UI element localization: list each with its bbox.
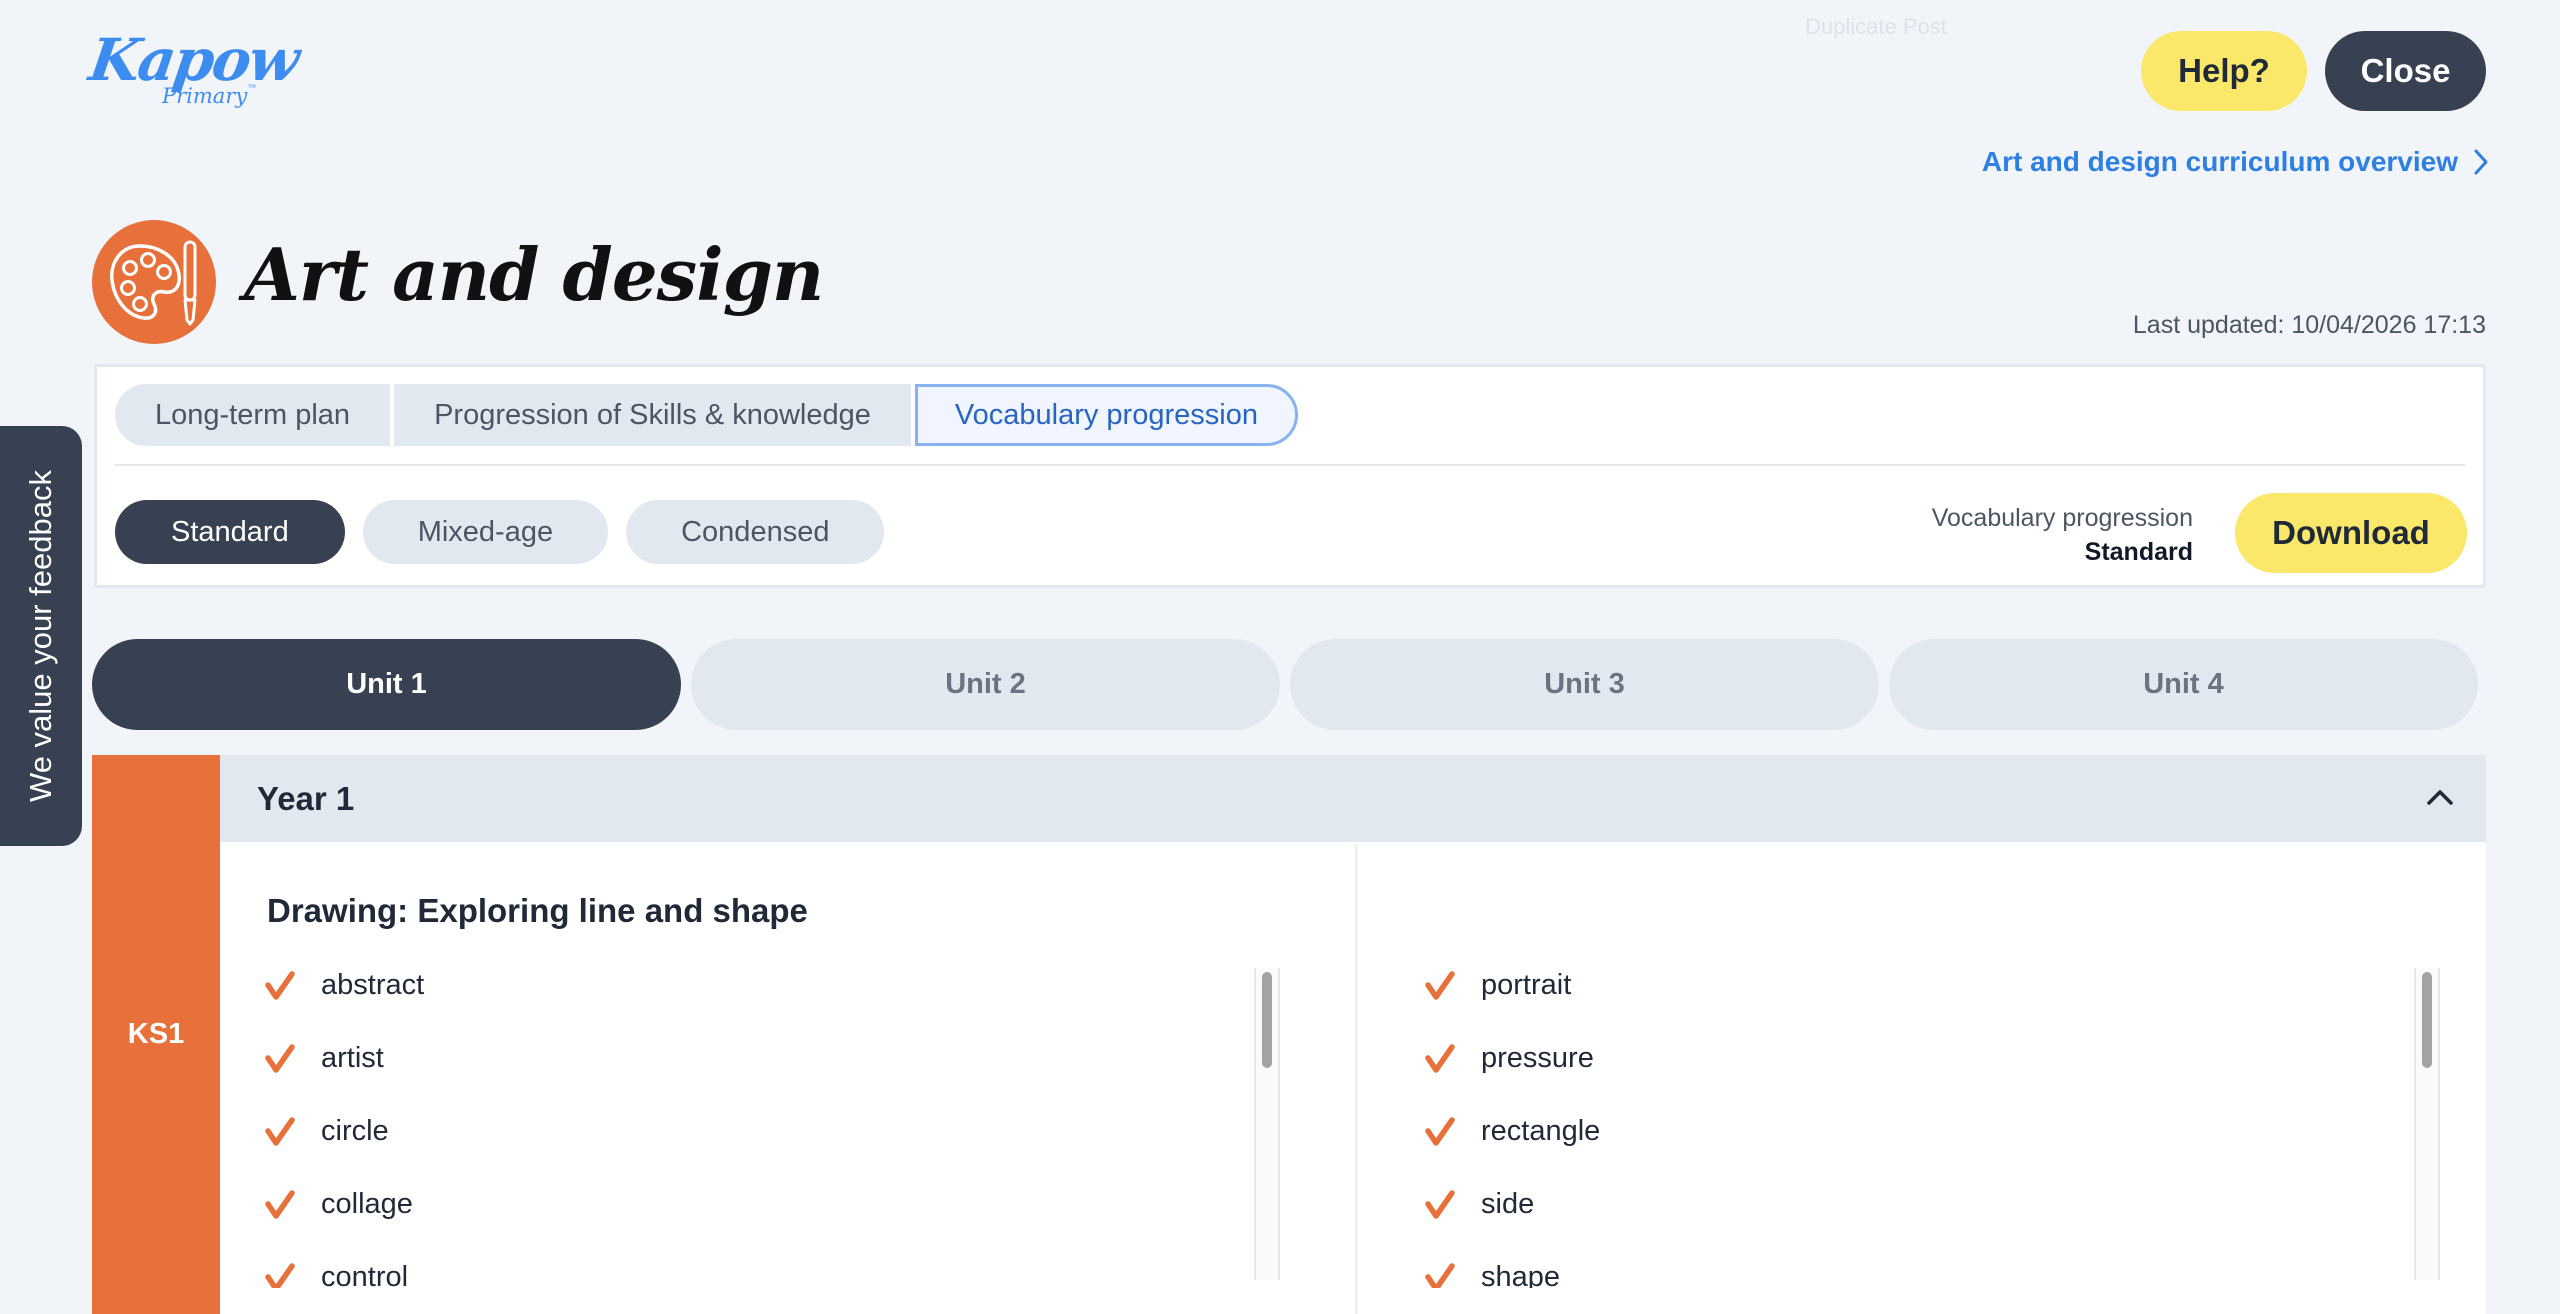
list-item: portrait: [1425, 968, 2455, 1022]
left-list-scrollbar[interactable]: [1254, 968, 1280, 1280]
duplicate-post-ghost-text: Duplicate Post: [1805, 14, 1947, 39]
check-icon: [1425, 1116, 1455, 1146]
chevron-up-icon[interactable]: [2420, 777, 2460, 817]
check-icon: [265, 1116, 295, 1146]
list-item: shape: [1425, 1241, 2455, 1288]
key-stage-label: KS1: [127, 1018, 185, 1050]
vocabulary-word: control: [321, 1261, 409, 1288]
unit-3-button[interactable]: Unit 3: [1290, 639, 1879, 730]
check-icon: [1425, 1189, 1455, 1219]
list-item: side: [1425, 1168, 2455, 1241]
download-info: Vocabulary progression Standard: [1932, 501, 2193, 569]
vocabulary-list-right: portrait pressure rectangle side shape: [1425, 968, 2455, 1288]
vocabulary-word: abstract: [321, 969, 425, 1001]
vocabulary-word: collage: [321, 1188, 413, 1220]
unit-1-button[interactable]: Unit 1: [92, 639, 681, 730]
download-doc-label: Vocabulary progression: [1931, 504, 2193, 532]
vocabulary-word: shape: [1481, 1261, 1561, 1288]
list-item: rectangle: [1425, 1095, 2455, 1168]
key-stage-bar: KS1: [92, 755, 220, 1314]
unit-title: Drawing: Exploring line and shape: [267, 892, 808, 929]
download-button[interactable]: Download: [2235, 493, 2467, 573]
curriculum-overview-link[interactable]: Art and design curriculum overview: [1982, 146, 2488, 178]
vocabulary-word: pressure: [1481, 1042, 1594, 1074]
year-content: Drawing: Exploring line and shape abstra…: [220, 842, 2486, 1314]
logo-subtitle: Primary™: [162, 84, 258, 108]
list-item: abstract: [265, 968, 1327, 1022]
vocabulary-list-left: abstract artist circle collage control: [265, 968, 1327, 1288]
list-item: control: [265, 1241, 1327, 1288]
unit-4-button[interactable]: Unit 4: [1889, 639, 2478, 730]
chevron-right-icon: [2474, 149, 2488, 175]
variant-selector: Standard Mixed-age Condensed: [115, 500, 885, 564]
year-label: Year 1: [257, 779, 355, 817]
card-divider: [115, 464, 2465, 466]
year-accordion-header[interactable]: Year 1: [220, 755, 2486, 842]
check-icon: [265, 1189, 295, 1219]
check-icon: [1425, 970, 1455, 1000]
document-tabs: Long-term plan Progression of Skills & k…: [115, 384, 1298, 446]
check-icon: [1425, 1262, 1455, 1288]
logo-wordmark: Kapow: [85, 26, 302, 94]
feedback-label: We value your feedback: [23, 469, 59, 803]
column-divider: [1355, 844, 1358, 1314]
vocabulary-word: artist: [321, 1042, 384, 1074]
check-icon: [265, 1262, 295, 1288]
tab-progression-of-skills[interactable]: Progression of Skills & knowledge: [394, 384, 911, 446]
check-icon: [1425, 1043, 1455, 1073]
scrollbar-thumb[interactable]: [1262, 972, 1272, 1068]
list-item: artist: [265, 1022, 1327, 1095]
right-list-scrollbar[interactable]: [2414, 968, 2440, 1280]
variant-standard-button[interactable]: Standard: [115, 500, 345, 564]
tab-vocabulary-progression[interactable]: Vocabulary progression: [914, 384, 1298, 446]
unit-2-button[interactable]: Unit 2: [691, 639, 1280, 730]
check-icon: [265, 970, 295, 1000]
page-title: Art and design: [244, 232, 824, 317]
vocabulary-word: portrait: [1481, 969, 1572, 1001]
download-doc-variant: Standard: [2084, 538, 2193, 566]
scrollbar-thumb[interactable]: [2422, 972, 2432, 1068]
list-item: collage: [265, 1168, 1327, 1241]
check-icon: [265, 1043, 295, 1073]
tab-long-term-plan[interactable]: Long-term plan: [115, 384, 391, 446]
close-button[interactable]: Close: [2325, 31, 2486, 111]
feedback-tab[interactable]: We value your feedback: [0, 426, 82, 846]
unit-selector: Unit 1 Unit 2 Unit 3 Unit 4: [92, 639, 2478, 730]
help-button[interactable]: Help?: [2141, 31, 2307, 111]
curriculum-overview-label: Art and design curriculum overview: [1981, 146, 2458, 177]
variant-mixed-age-button[interactable]: Mixed-age: [362, 500, 609, 564]
last-updated-text: Last updated: 10/04/2026 17:13: [2132, 311, 2486, 339]
vocabulary-word: side: [1481, 1188, 1535, 1220]
list-item: pressure: [1425, 1022, 2455, 1095]
list-item: circle: [265, 1095, 1327, 1168]
kapow-logo[interactable]: Kapow Primary™: [85, 26, 302, 112]
palette-brush-icon: [92, 220, 216, 344]
document-options-card: Long-term plan Progression of Skills & k…: [94, 364, 2486, 588]
vocabulary-word: circle: [321, 1115, 389, 1147]
vocabulary-word: rectangle: [1481, 1115, 1601, 1147]
variant-condensed-button[interactable]: Condensed: [626, 500, 885, 564]
